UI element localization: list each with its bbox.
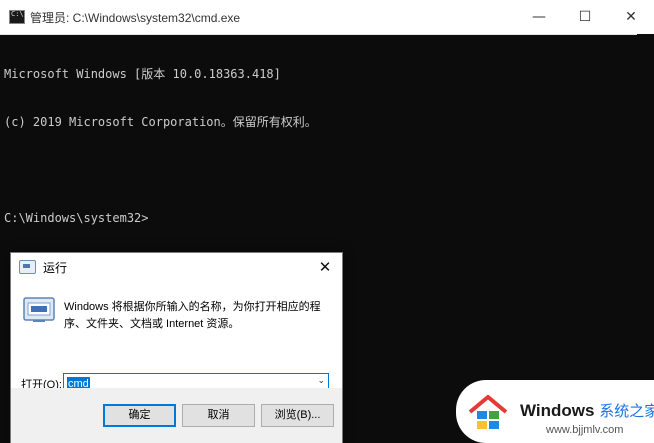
run-program-icon	[23, 297, 55, 322]
close-button[interactable]: ✕	[608, 0, 654, 34]
cancel-button[interactable]: 取消	[182, 404, 255, 427]
run-dialog-content: Windows 将根据你所输入的名称，为你打开相应的程序、文件夹、文档或 Int…	[11, 281, 342, 394]
watermark-brand-name: Windows	[520, 401, 595, 420]
console-line: (c) 2019 Microsoft Corporation。保留所有权利。	[4, 115, 317, 129]
watermark-url: www.bjjmlv.com	[546, 424, 624, 436]
watermark-brand: Windows 系统之家	[520, 400, 654, 421]
watermark: Windows 系统之家 www.bjjmlv.com	[456, 380, 654, 443]
browse-button[interactable]: 浏览(B)...	[261, 404, 334, 427]
console-prompt: C:\Windows\system32>	[4, 211, 149, 225]
watermark-brand-accent: 系统之家	[599, 403, 654, 420]
chevron-down-icon[interactable]: ⌄	[317, 376, 325, 386]
minimize-button[interactable]: —	[516, 0, 562, 34]
cmd-window-title: 管理员: C:\Windows\system32\cmd.exe	[30, 10, 241, 25]
run-close-button[interactable]: ✕	[312, 255, 338, 279]
run-description: Windows 将根据你所输入的名称，为你打开相应的程序、文件夹、文档或 Int…	[64, 301, 321, 330]
run-dialog[interactable]: 运行 ✕ Windows 将根据你所输入的名称，为你打开相应的程序、文件夹、文档…	[10, 252, 343, 443]
console-line: Microsoft Windows [版本 10.0.18363.418]	[4, 67, 281, 81]
run-dialog-title: 运行	[43, 260, 68, 275]
cmd-app-icon	[9, 10, 25, 24]
run-dialog-titlebar[interactable]: 运行 ✕	[11, 253, 342, 281]
cmd-window-controls: — ☐ ✕	[516, 0, 654, 34]
maximize-button[interactable]: ☐	[562, 0, 608, 34]
run-app-icon	[19, 260, 36, 274]
ok-button[interactable]: 确定	[103, 404, 176, 427]
house-logo-icon	[467, 391, 509, 433]
run-dialog-footer: 确定 取消 浏览(B)...	[11, 388, 342, 443]
cmd-titlebar[interactable]: 管理员: C:\Windows\system32\cmd.exe — ☐ ✕	[0, 0, 654, 35]
